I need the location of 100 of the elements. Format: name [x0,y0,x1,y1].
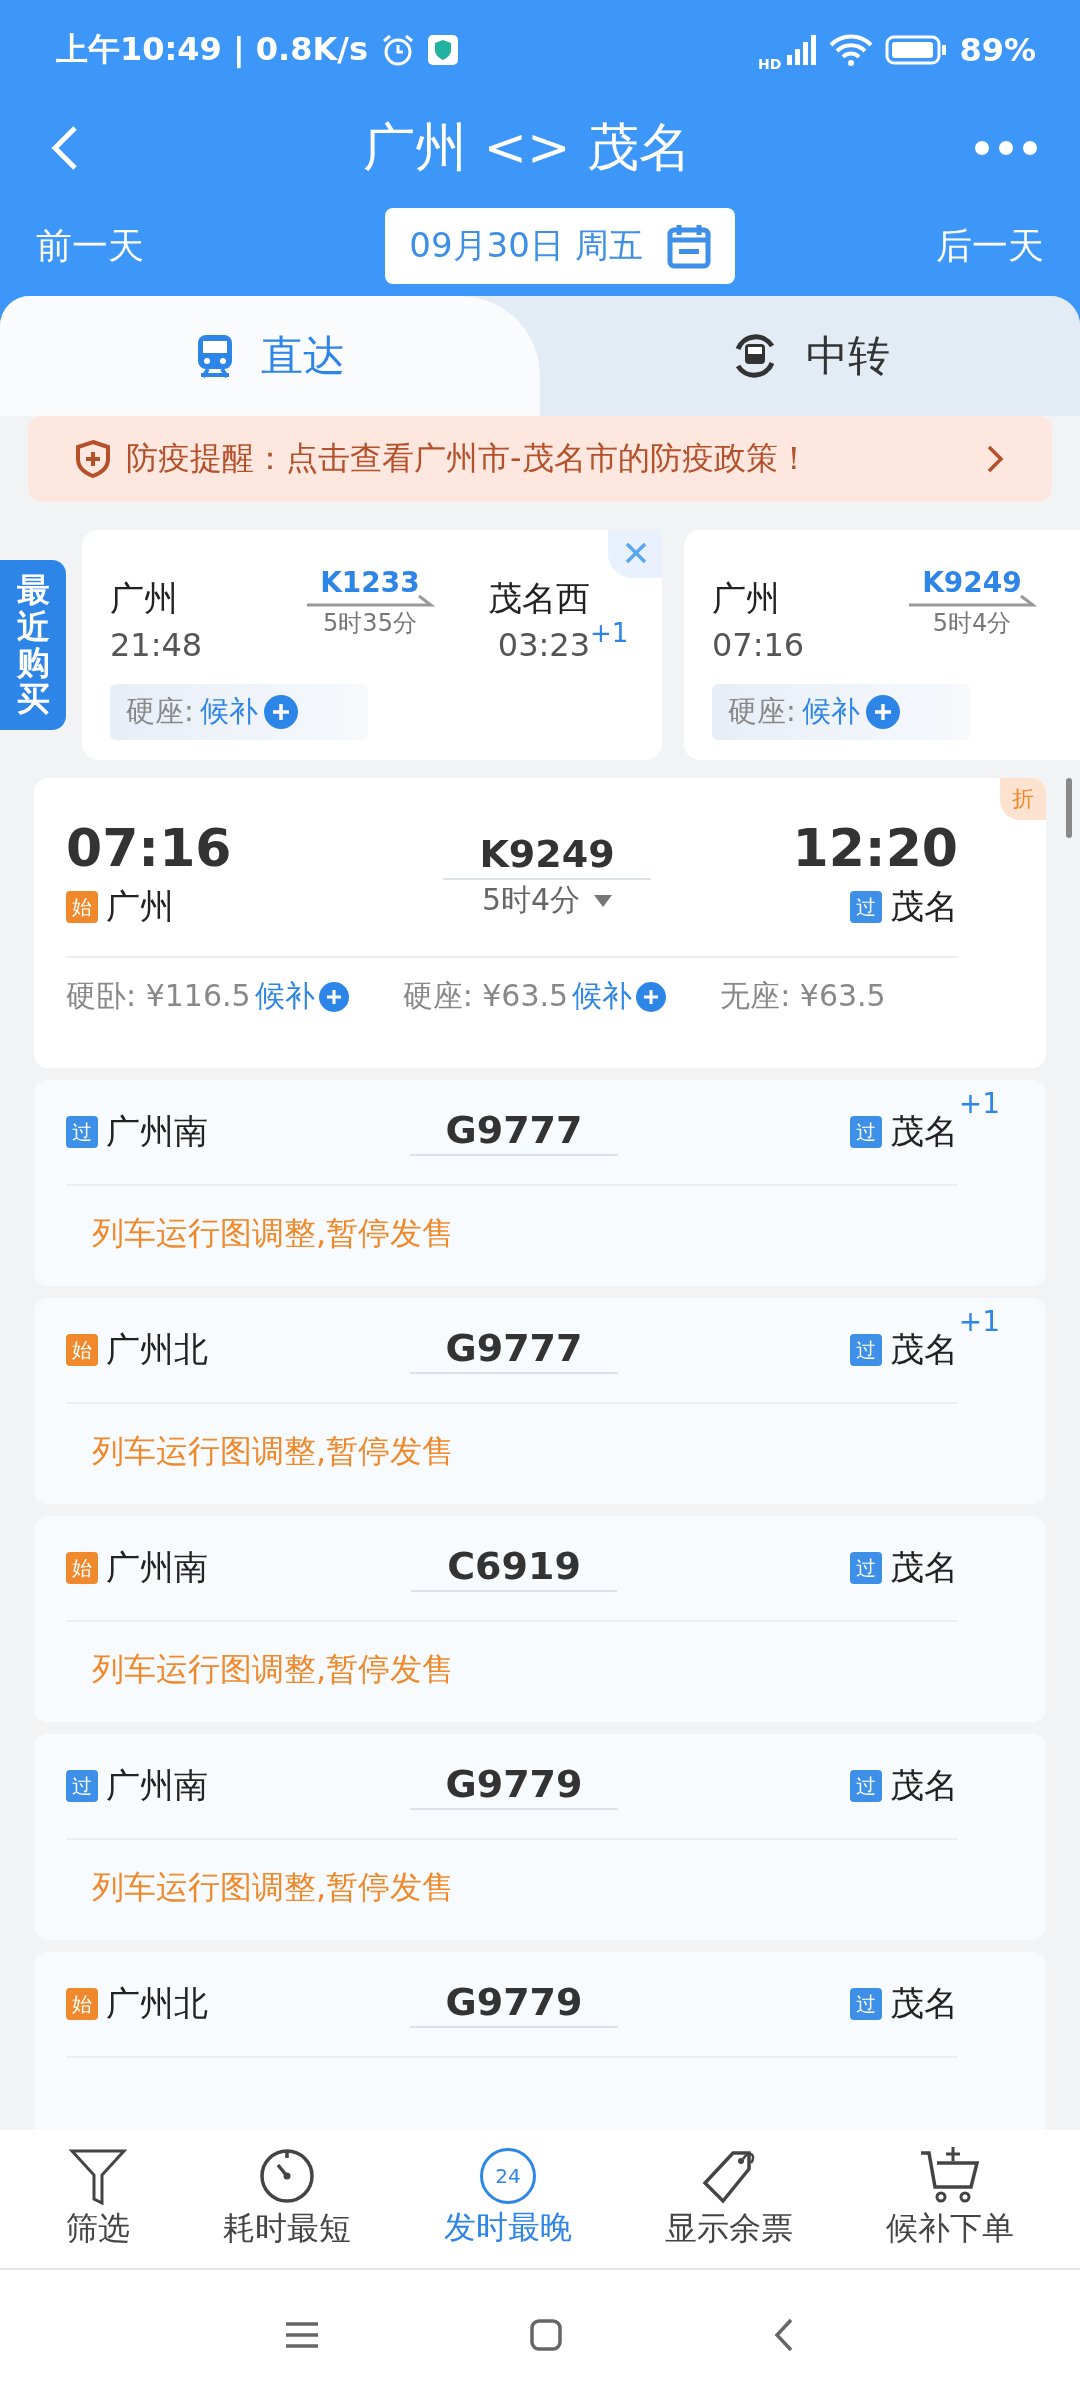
back-icon[interactable] [50,125,80,171]
battery-icon [885,35,948,65]
arrival-time: 12:20 [792,818,958,878]
station-tag: 始 [66,1334,98,1366]
sort-filter-button[interactable]: 显示余票 [658,2146,799,2252]
seat-price: 无座: ¥63.5 [720,977,886,1015]
train-number: G9777 [409,1326,619,1374]
train-card[interactable]: 始 广州北 G9777 过 茂名 +1 列车运行图调整,暂停发售 [34,1298,1046,1504]
next-day-mark: +1 [590,618,628,648]
arrival-station: 茂名西 [488,577,590,620]
arrival-station: 茂名 [890,1764,958,1807]
station-tag: 过 [850,1334,882,1366]
next-day-mark: +1 [958,1305,1000,1338]
close-icon[interactable] [608,530,662,578]
departure-time: 21:48 [110,626,204,664]
train-number: G9777 [409,1108,619,1156]
train-card[interactable]: 始 广州南 C6919 过 茂名 列车运行图调整,暂停发售 [34,1516,1046,1722]
back-icon[interactable] [774,2318,794,2352]
station-tag: 过 [850,1770,882,1802]
wifi-icon [829,34,874,66]
calendar-icon [666,223,711,269]
departure-time: 07:16 [712,626,806,664]
more-icon[interactable] [974,140,1038,156]
plus-icon [865,695,900,729]
home-icon[interactable] [530,2319,562,2351]
plus-icon [636,981,667,1012]
departure-station: 广州南 [106,1764,208,1807]
battery-level: 89% [959,31,1036,69]
network-label: HD [758,56,782,72]
dropdown-icon[interactable] [594,894,613,907]
arrival-station: 茂名 [890,1110,958,1153]
seat-price: 硬卧: ¥116.5 [66,977,251,1015]
recent-purchase-label[interactable]: 最近购买 [0,560,66,730]
suspension-note: 列车运行图调整,暂停发售 [91,1649,456,1690]
arrival-station: 茂名 [890,885,958,928]
cart-plus-icon [918,2147,981,2205]
suspension-note: 列车运行图调整,暂停发售 [91,1431,456,1472]
shield-app-icon [428,35,459,65]
status-time: 上午10:49 | 0.8K/s [56,29,369,70]
sort-filter-button[interactable]: 筛选 [60,2146,137,2252]
sort-filter-button[interactable]: 耗时最短 [217,2146,358,2252]
waitlist-link[interactable]: 候补 [572,976,633,1017]
station-tag: 始 [66,1988,98,2020]
departure-station: 广州南 [106,1110,208,1153]
notice-banner[interactable]: 防疫提醒：点击查看广州市-茂名市的防疫政策！ [28,416,1052,502]
plus-icon [263,695,298,729]
station-tag: 过 [850,1552,882,1584]
train-card[interactable]: 始 广州北 G9779 过 茂名 [34,1952,1046,2130]
page-title: 广州 <> 茂名 [362,116,692,179]
station-tag: 过 [850,1988,882,2020]
arrival-station: 茂名 [890,1546,958,1589]
train-number: K1233 [320,566,420,599]
notice-text: 防疫提醒：点击查看广州市-茂名市的防疫政策！ [126,438,811,479]
departure-station: 广州 [106,885,174,928]
station-tag: 始 [66,1552,98,1584]
trip-duration: 5时4分 [932,608,1012,639]
train-number: G9779 [409,1762,619,1810]
menu-icon[interactable] [286,2321,318,2349]
departure-station: 广州南 [106,1546,208,1589]
station-tag: 过 [850,1116,882,1148]
departure-station: 广州北 [106,1982,208,2025]
trip-duration: 5时35分 [323,608,417,639]
tab[interactable]: 直达 [0,296,540,416]
train-number: K9249 [922,566,1022,599]
seat-type: 硬座: [728,693,796,730]
chevron-right-icon [986,444,1004,474]
train-card[interactable]: 过 广州南 G9779 过 茂名 列车运行图调整,暂停发售 [34,1734,1046,1940]
arrival-station: 茂名 [890,1328,958,1371]
discount-badge: 折 [1000,778,1046,820]
station-tag: 过 [66,1770,98,1802]
signal-icon [787,35,818,65]
tab[interactable]: 中转 [540,296,1080,416]
seat-type: 硬座: [126,693,194,730]
suspension-note: 列车运行图调整,暂停发售 [91,1213,456,1254]
shield-plus-icon [74,439,112,479]
departure-station: 广州北 [106,1328,208,1371]
station-tag: 过 [850,891,882,923]
waitlist-link[interactable]: 候补 [254,976,315,1017]
stopwatch-icon [258,2147,317,2205]
seat-price: 硬座: ¥63.5 [402,977,569,1015]
station-tag: 始 [66,891,98,923]
plus-icon [318,981,349,1012]
train-number: C6919 [411,1544,617,1592]
train-card[interactable]: 过 广州南 G9777 过 茂名 +1 列车运行图调整,暂停发售 [34,1080,1046,1286]
train-number: K9249 [443,832,651,880]
clock-icon: 24 [480,2148,536,2204]
train-icon [195,333,235,379]
trip-duration: 5时4分 [481,881,581,919]
arrival-station: 茂名 [890,1982,958,2025]
sort-filter-button[interactable]: 24 发时最晚 [438,2147,578,2251]
station-tag: 过 [66,1116,98,1148]
train-card[interactable]: 折 07:16 始 广州 K9249 5时4分 12:20 过 茂名 硬卧: ¥116.5 候补 硬座: ¥63.5候补 无座: ¥63.5 [34,778,1046,1068]
departure-time: 07:16 [66,818,232,878]
sort-filter-button[interactable]: 候补下单 [879,2146,1020,2252]
suspension-note: 列车运行图调整,暂停发售 [91,1867,456,1908]
filter-icon [68,2147,129,2205]
next-day-mark: +1 [958,1087,1000,1120]
train-number: G9779 [409,1980,619,2028]
departure-station: 广州 [712,577,781,620]
arrival-time: 03:23 [497,626,590,664]
